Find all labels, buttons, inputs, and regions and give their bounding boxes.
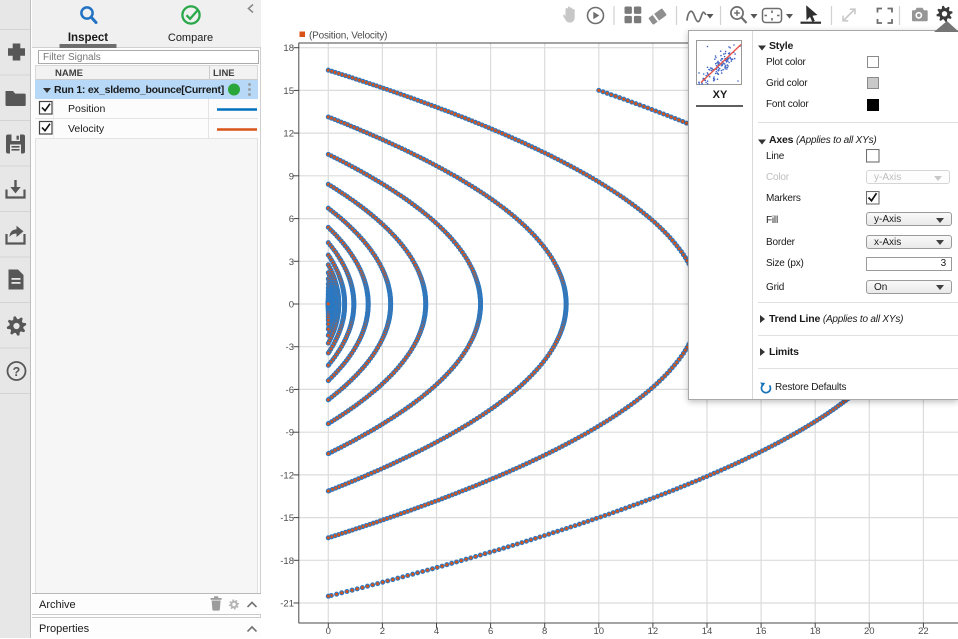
svg-text:3: 3 bbox=[289, 257, 294, 268]
svg-text:16: 16 bbox=[756, 626, 767, 637]
svg-text:22: 22 bbox=[918, 626, 929, 637]
svg-text:?: ? bbox=[13, 365, 21, 379]
svg-text:10: 10 bbox=[594, 626, 605, 637]
svg-text:6: 6 bbox=[488, 626, 493, 637]
svg-text:20: 20 bbox=[864, 626, 875, 637]
svg-text:8: 8 bbox=[542, 626, 547, 637]
svg-text:15: 15 bbox=[283, 86, 294, 97]
svg-text:-9: -9 bbox=[286, 428, 294, 439]
svg-text:9: 9 bbox=[289, 171, 294, 182]
svg-text:-6: -6 bbox=[286, 385, 294, 396]
svg-text:6: 6 bbox=[289, 214, 294, 225]
svg-text:(Position, Velocity): (Position, Velocity) bbox=[309, 31, 387, 42]
svg-text:12: 12 bbox=[283, 129, 294, 140]
svg-text:Inspect: Inspect bbox=[68, 32, 108, 44]
svg-text:14: 14 bbox=[702, 626, 713, 637]
svg-text:18: 18 bbox=[283, 43, 294, 54]
svg-text:12: 12 bbox=[648, 626, 659, 637]
svg-text:Compare: Compare bbox=[168, 32, 213, 44]
svg-text:-15: -15 bbox=[280, 513, 294, 524]
svg-text:4: 4 bbox=[434, 626, 439, 637]
svg-text:-21: -21 bbox=[280, 599, 294, 610]
svg-text:0: 0 bbox=[289, 300, 294, 311]
svg-text:-18: -18 bbox=[280, 556, 294, 567]
svg-text:18: 18 bbox=[810, 626, 821, 637]
svg-text:-3: -3 bbox=[286, 342, 294, 353]
svg-text:2: 2 bbox=[380, 626, 385, 637]
svg-text:-12: -12 bbox=[280, 470, 294, 481]
svg-text:0: 0 bbox=[326, 626, 331, 637]
